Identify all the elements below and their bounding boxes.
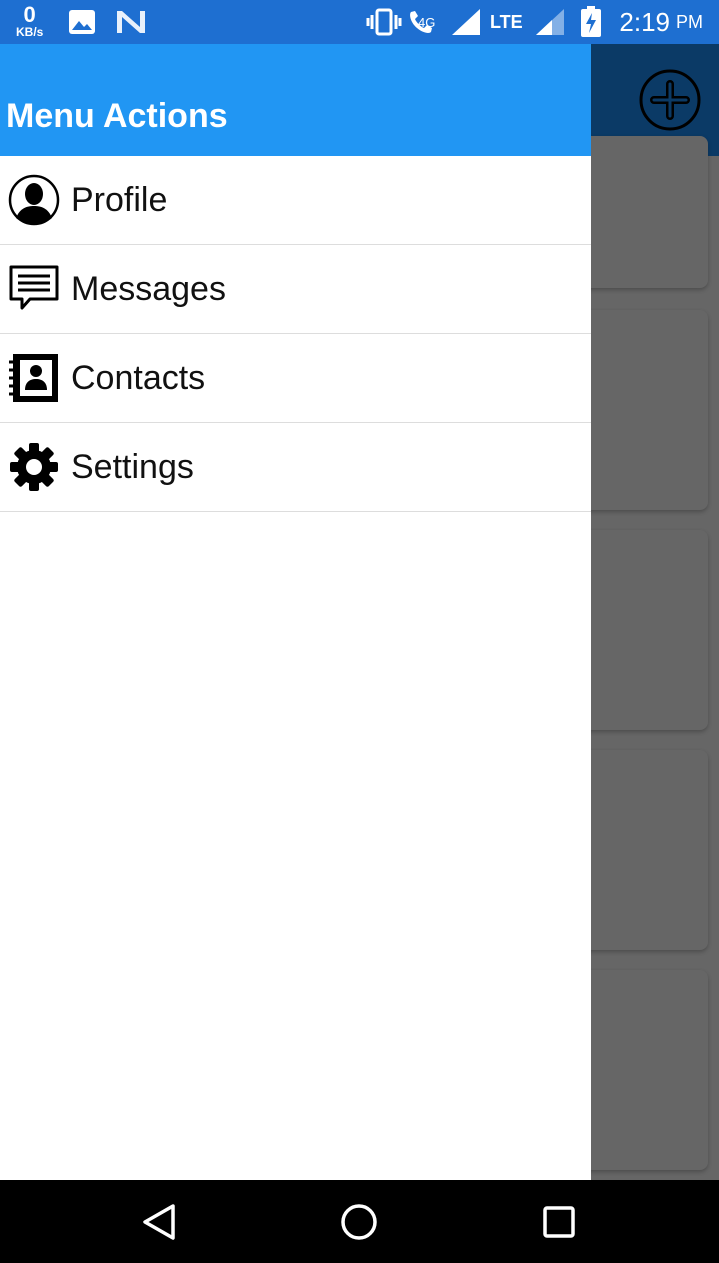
clock-time: 2:19 (619, 6, 670, 37)
menu-item-settings[interactable]: Settings (0, 423, 591, 512)
menu-item-label: Contacts (71, 358, 206, 397)
add-button[interactable] (638, 68, 702, 132)
network-speed-value: 0 (23, 2, 36, 27)
back-icon (143, 1204, 175, 1240)
profile-icon (8, 174, 60, 226)
network-speed: 0 KB/s (16, 0, 43, 44)
menu-item-label: Settings (71, 447, 194, 486)
contacts-icon (8, 352, 60, 404)
home-icon (341, 1204, 377, 1240)
battery-charging-icon (580, 0, 602, 44)
messages-icon (8, 263, 60, 315)
vibrate-icon (366, 0, 402, 44)
network-4g-label: 4G (418, 14, 436, 30)
image-icon (68, 0, 96, 44)
network-speed-unit: KB/s (16, 25, 44, 39)
clock: 2:19 PM (619, 0, 703, 44)
back-button[interactable] (137, 1200, 181, 1244)
status-bar: 0 KB/s 4G LTE 2:19 PM (0, 0, 719, 44)
add-circle-icon (639, 69, 701, 131)
home-button[interactable] (337, 1200, 381, 1244)
menu-item-label: Profile (71, 180, 168, 219)
drawer-header: Menu Actions (0, 44, 591, 156)
drawer-menu: Profile Messages Contacts Settings (0, 156, 591, 512)
menu-item-messages[interactable]: Messages (0, 245, 591, 334)
menu-item-label: Messages (71, 269, 226, 308)
signal-icon-2 (534, 0, 566, 44)
recents-icon (543, 1206, 575, 1238)
n-app-icon (116, 0, 146, 44)
navigation-drawer: Menu Actions Profile Messages Contacts S… (0, 44, 591, 1180)
menu-item-contacts[interactable]: Contacts (0, 334, 591, 423)
clock-am-pm: PM (676, 11, 703, 32)
drawer-title: Menu Actions (6, 97, 228, 135)
network-type-label: LTE (490, 11, 523, 32)
signal-icon (450, 0, 482, 44)
menu-item-profile[interactable]: Profile (0, 156, 591, 245)
settings-icon (8, 441, 60, 493)
system-nav-bar (0, 1180, 719, 1263)
recents-button[interactable] (537, 1200, 581, 1244)
